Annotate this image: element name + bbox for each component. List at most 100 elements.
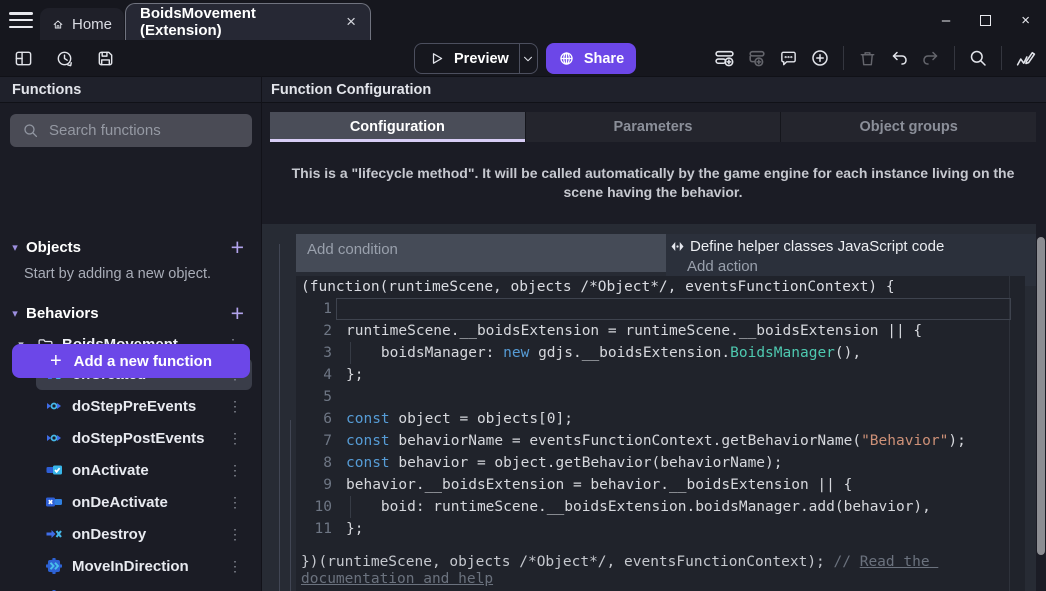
code-line-9[interactable]: 9behavior.__boidsExtension = behavior.__… bbox=[296, 474, 1025, 496]
add-event-icon[interactable] bbox=[711, 45, 737, 71]
close-window-icon[interactable]: × bbox=[1021, 12, 1030, 29]
code-line-7[interactable]: 7const behaviorName = eventsFunctionCont… bbox=[296, 430, 1025, 452]
step-icon bbox=[46, 398, 62, 414]
globe-icon bbox=[558, 50, 575, 67]
code-footer-line: })(runtimeScene, objects /*Object*/, eve… bbox=[296, 554, 1025, 588]
js-event-title[interactable]: Define helper classes JavaScript code bbox=[666, 234, 1036, 255]
close-tab-icon[interactable]: × bbox=[346, 12, 356, 32]
function-item-doStepPostEvents[interactable]: doStepPostEvents ⋮ bbox=[36, 422, 252, 454]
add-action-button[interactable]: Add action bbox=[666, 255, 1036, 275]
line-number: 9 bbox=[296, 474, 332, 496]
function-item-MoveToPosition[interactable]: MoveToPosition⋮ bbox=[36, 582, 252, 591]
hamburger-menu-icon[interactable] bbox=[8, 9, 34, 31]
plus-icon: + bbox=[50, 350, 62, 373]
code-lines: 12runtimeScene.__boidsExtension = runtim… bbox=[296, 298, 1025, 540]
kebab-menu-icon[interactable]: ⋮ bbox=[228, 526, 242, 543]
toolbar: Preview Share bbox=[0, 40, 1046, 76]
code-line-2[interactable]: 2runtimeScene.__boidsExtension = runtime… bbox=[296, 320, 1025, 342]
add-function-label: Add a new function bbox=[74, 353, 212, 370]
share-button[interactable]: Share bbox=[546, 43, 636, 74]
function-label: onDeActivate bbox=[72, 494, 168, 511]
delete-icon[interactable] bbox=[854, 45, 880, 71]
home-tab-label: Home bbox=[72, 16, 112, 33]
collapse-caret-icon[interactable]: ▾ bbox=[8, 307, 22, 320]
add-subevent-icon[interactable] bbox=[743, 45, 769, 71]
function-label: onActivate bbox=[72, 462, 149, 479]
line-number: 7 bbox=[296, 430, 332, 452]
zigzag-pen-icon[interactable] bbox=[1012, 45, 1038, 71]
functions-sidebar: Functions Search functions ▾ Objects + S… bbox=[0, 76, 262, 591]
minimize-icon[interactable]: – bbox=[942, 12, 950, 29]
function-list: onCreated⋮doStepPreEvents⋮doStepPostEven… bbox=[0, 358, 262, 591]
vertical-scrollbar[interactable] bbox=[1037, 237, 1045, 555]
line-number: 10 bbox=[296, 496, 332, 518]
add-behavior-icon[interactable]: + bbox=[231, 303, 244, 323]
document-tab-label: BoidsMovement (Extension) bbox=[140, 5, 332, 39]
preview-button[interactable]: Preview bbox=[414, 43, 538, 74]
kebab-menu-icon[interactable]: ⋮ bbox=[228, 398, 242, 415]
add-condition-button[interactable]: Add condition bbox=[296, 234, 666, 272]
panels-layout-icon[interactable] bbox=[10, 45, 36, 71]
code-line-11[interactable]: 11}; bbox=[296, 518, 1025, 540]
line-number: 8 bbox=[296, 452, 332, 474]
events-sheet[interactable]: Add condition Define helper classes Java… bbox=[262, 224, 1036, 591]
function-item-onDeActivate[interactable]: onDeActivate ⋮ bbox=[36, 486, 252, 518]
save-icon[interactable] bbox=[92, 45, 118, 71]
function-item-onActivate[interactable]: onActivate ⋮ bbox=[36, 454, 252, 486]
function-label: doStepPreEvents bbox=[72, 398, 196, 415]
code-line-5[interactable]: 5 bbox=[296, 386, 1025, 408]
undo-icon[interactable] bbox=[886, 45, 912, 71]
search-functions-input[interactable]: Search functions bbox=[10, 114, 252, 147]
code-line-10[interactable]: 10 boid: runtimeScene.__boidsExtension.b… bbox=[296, 496, 1025, 518]
tab-home[interactable]: Home bbox=[40, 8, 124, 40]
objects-section-row: ▾ Objects + bbox=[0, 233, 262, 261]
code-header-line: (function(runtimeScene, objects /*Object… bbox=[296, 276, 1025, 298]
line-number: 2 bbox=[296, 320, 332, 342]
line-number: 3 bbox=[296, 342, 332, 364]
behaviors-section-row: ▾ Behaviors + bbox=[0, 299, 262, 327]
code-line-1[interactable]: 1 bbox=[296, 298, 1025, 320]
add-function-button[interactable]: + Add a new function bbox=[12, 344, 250, 378]
line-number: 5 bbox=[296, 386, 332, 408]
tab-document[interactable]: BoidsMovement (Extension) × bbox=[125, 3, 371, 40]
kebab-menu-icon[interactable]: ⋮ bbox=[228, 494, 242, 511]
kebab-menu-icon[interactable]: ⋮ bbox=[228, 430, 242, 447]
code-line-4[interactable]: 4}; bbox=[296, 364, 1025, 386]
footer-code: })(runtimeScene, objects /*Object*/, eve… bbox=[301, 554, 834, 570]
lifecycle-description: This is a "lifecycle method". It will be… bbox=[270, 164, 1036, 202]
code-line-8[interactable]: 8const behavior = object.getBehavior(beh… bbox=[296, 452, 1025, 474]
collapse-caret-icon[interactable]: ▾ bbox=[8, 241, 22, 254]
search-icon[interactable] bbox=[965, 45, 991, 71]
window-controls: – × bbox=[942, 0, 1046, 40]
maximize-icon[interactable] bbox=[980, 15, 991, 26]
home-icon bbox=[52, 16, 64, 33]
code-line-6[interactable]: 6const object = objects[0]; bbox=[296, 408, 1025, 430]
sidebar-header: Functions bbox=[0, 76, 261, 103]
add-circle-icon[interactable] bbox=[807, 45, 833, 71]
add-object-icon[interactable]: + bbox=[231, 237, 244, 257]
gear-icon bbox=[46, 558, 62, 574]
js-code-icon bbox=[670, 240, 685, 253]
kebab-menu-icon[interactable]: ⋮ bbox=[228, 462, 242, 479]
function-item-MoveInDirection[interactable]: MoveInDirection⋮ bbox=[36, 550, 252, 582]
tab-object-groups[interactable]: Object groups bbox=[780, 112, 1036, 142]
redo-icon[interactable] bbox=[918, 45, 944, 71]
tab-configuration[interactable]: Configuration bbox=[270, 112, 525, 142]
tab-parameters[interactable]: Parameters bbox=[525, 112, 781, 142]
preview-button-label: Preview bbox=[454, 51, 509, 67]
chevron-down-icon bbox=[521, 52, 535, 66]
history-icon[interactable] bbox=[51, 45, 77, 71]
comment-icon[interactable] bbox=[775, 45, 801, 71]
line-number: 4 bbox=[296, 364, 332, 386]
preview-dropdown-button[interactable] bbox=[519, 52, 537, 66]
search-icon bbox=[22, 122, 39, 139]
function-item-onDestroy[interactable]: onDestroy ⋮ bbox=[36, 518, 252, 550]
function-label: onDestroy bbox=[72, 526, 146, 543]
line-number: 6 bbox=[296, 408, 332, 430]
step-icon bbox=[46, 430, 62, 446]
function-item-doStepPreEvents[interactable]: doStepPreEvents ⋮ bbox=[36, 390, 252, 422]
kebab-menu-icon[interactable]: ⋮ bbox=[228, 558, 242, 575]
function-label: doStepPostEvents bbox=[72, 430, 205, 447]
code-line-3[interactable]: 3 boidsManager: new gdjs.__boidsExtensio… bbox=[296, 342, 1025, 364]
js-code-editor[interactable]: (function(runtimeScene, objects /*Object… bbox=[296, 276, 1025, 591]
